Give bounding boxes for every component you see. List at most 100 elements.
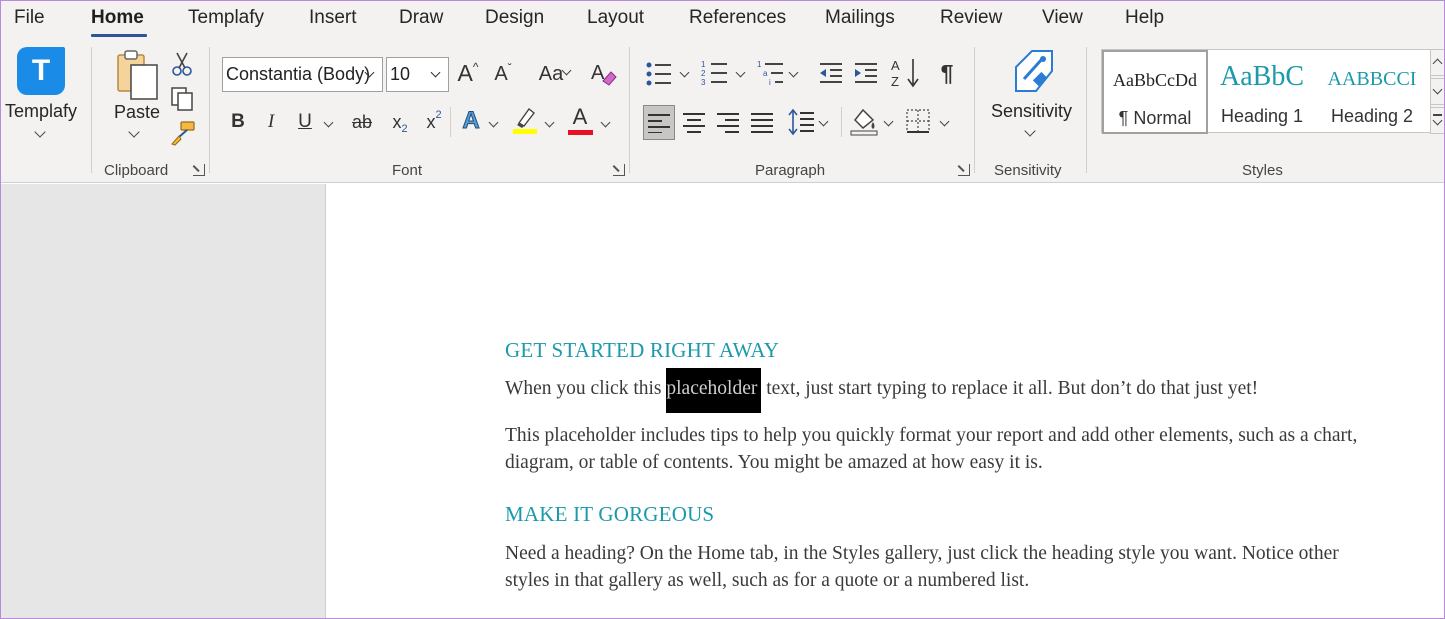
cut-icon[interactable] — [171, 51, 193, 77]
chevron-down-icon[interactable] — [788, 67, 799, 78]
heading-get-started[interactable]: GET STARTED RIGHT AWAY — [505, 338, 1385, 363]
decrease-indent-icon[interactable] — [818, 61, 844, 85]
highlight-icon[interactable] — [511, 105, 539, 135]
clipboard-launcher-icon[interactable] — [193, 164, 205, 176]
numbering-icon[interactable]: 1 2 3 — [701, 59, 729, 87]
copy-icon[interactable] — [170, 86, 196, 112]
sort-icon[interactable]: A Z — [891, 57, 921, 89]
chevron-down-icon[interactable] — [488, 117, 499, 128]
chevron-down-icon[interactable] — [544, 117, 555, 128]
format-painter-icon[interactable] — [169, 120, 197, 146]
page-left-gutter — [1, 184, 326, 618]
styles-scroll-up-button[interactable] — [1430, 49, 1444, 76]
paste-label: Paste — [114, 102, 161, 122]
superscript-mark: 2 — [435, 109, 442, 121]
multilevel-list-icon[interactable]: 1 a i — [757, 59, 787, 87]
justify-icon[interactable] — [750, 112, 774, 134]
chevron-down-icon[interactable] — [818, 116, 829, 127]
font-launcher-icon[interactable] — [613, 164, 625, 176]
style-heading-1-name: Heading 1 — [1220, 106, 1304, 126]
paragraph-1[interactable]: When you click this placeholder text, ju… — [505, 368, 1385, 413]
style-normal-name: ¶ Normal — [1118, 108, 1192, 128]
svg-text:Z: Z — [891, 74, 899, 89]
tab-layout[interactable]: Layout — [587, 7, 644, 29]
chevron-down-icon[interactable] — [600, 117, 611, 128]
chevron-down-icon — [128, 126, 140, 138]
paragraph-3[interactable]: Need a heading? On the Home tab, in the … — [505, 540, 1385, 594]
font-name-combobox[interactable]: Constantia (Body) — [222, 57, 383, 92]
grow-font-button[interactable]: A ^ — [454, 57, 482, 89]
tab-review[interactable]: Review — [940, 7, 1002, 29]
align-right-icon[interactable] — [716, 112, 740, 134]
chevron-down-icon — [1024, 125, 1036, 137]
style-heading-2[interactable]: AABBCCI Heading 2 — [1318, 50, 1426, 134]
styles-more-button[interactable] — [1430, 107, 1444, 134]
svg-text:a: a — [763, 69, 768, 78]
shrink-font-icon: A — [494, 62, 508, 85]
styles-gallery: AaBbCcDd ¶ Normal AaBbC Heading 1 AABBCC… — [1101, 49, 1431, 134]
clear-formatting-icon[interactable]: A — [589, 59, 617, 87]
align-left-button[interactable] — [643, 105, 675, 140]
grow-font-icon: A — [457, 59, 473, 86]
styles-group-label: Styles — [1242, 162, 1283, 179]
sensitivity-label: Sensitivity — [991, 101, 1073, 121]
subscript-button[interactable]: x2 — [388, 107, 412, 137]
paragraph-launcher-icon[interactable] — [958, 164, 970, 176]
font-size-value: 10 — [390, 64, 411, 84]
tab-draw[interactable]: Draw — [399, 7, 443, 29]
borders-icon[interactable] — [905, 108, 933, 136]
paste-icon — [117, 50, 158, 100]
sensitivity-label-icon — [1015, 50, 1053, 92]
tab-insert[interactable]: Insert — [309, 7, 357, 29]
chevron-down-icon — [1432, 84, 1443, 95]
shrink-font-button[interactable]: Aˇ — [490, 59, 516, 89]
strikethrough-button[interactable]: ab — [347, 107, 377, 137]
styles-scroll-down-button[interactable] — [1430, 78, 1444, 105]
style-normal[interactable]: AaBbCcDd ¶ Normal — [1102, 50, 1208, 134]
mini-separator — [841, 107, 842, 137]
change-case-button[interactable]: Aa — [529, 59, 573, 89]
p1-text-before: When you click this — [505, 378, 667, 399]
align-center-icon[interactable] — [682, 112, 706, 134]
tab-view[interactable]: View — [1042, 7, 1083, 29]
bold-button[interactable]: B — [227, 107, 249, 137]
tab-help[interactable]: Help — [1125, 7, 1164, 29]
svg-text:A: A — [891, 58, 900, 73]
selected-text[interactable]: placeholder — [666, 368, 762, 413]
heading-make-it-gorgeous[interactable]: MAKE IT GORGEOUS — [505, 502, 1385, 527]
tab-design[interactable]: Design — [485, 7, 544, 29]
chevron-down-icon[interactable] — [323, 117, 334, 128]
paragraph-2[interactable]: This placeholder includes tips to help y… — [505, 422, 1385, 476]
ribbon: T Templafy Paste Clipboard Constantia (B… — [1, 41, 1444, 183]
tab-mailings[interactable]: Mailings — [825, 7, 895, 29]
word-window: File Home Templafy Insert Draw Design La… — [0, 0, 1445, 619]
font-size-combobox[interactable]: 10 — [386, 57, 449, 92]
tab-file[interactable]: File — [14, 7, 45, 29]
style-heading-1[interactable]: AaBbC Heading 1 — [1212, 50, 1312, 134]
italic-button[interactable]: I — [260, 107, 282, 137]
active-tab-indicator — [91, 34, 147, 37]
group-separator — [629, 47, 630, 173]
svg-text:3: 3 — [701, 78, 706, 87]
chevron-down-icon[interactable] — [679, 67, 690, 78]
underline-button[interactable]: U — [294, 107, 316, 137]
show-formatting-button[interactable]: ¶ — [934, 57, 960, 89]
line-spacing-icon[interactable] — [788, 108, 816, 136]
tab-references[interactable]: References — [689, 7, 786, 29]
shading-icon[interactable] — [849, 106, 879, 136]
increase-indent-icon[interactable] — [853, 61, 879, 85]
font-color-button[interactable]: A — [567, 103, 593, 131]
p1-text-after: text, just start typing to replace it al… — [761, 378, 1259, 399]
chevron-down-icon[interactable] — [735, 67, 746, 78]
font-name-value: Constantia (Body) — [226, 64, 371, 84]
tab-templafy[interactable]: Templafy — [188, 7, 264, 29]
tab-home[interactable]: Home — [91, 7, 144, 29]
subscript-base: x — [392, 111, 402, 132]
document-page-body[interactable]: GET STARTED RIGHT AWAY When you click th… — [505, 334, 1385, 594]
text-effects-button[interactable]: A — [457, 105, 485, 137]
bullets-icon[interactable] — [645, 61, 673, 87]
chevron-down-icon[interactable] — [939, 116, 950, 127]
superscript-button[interactable]: x2 — [422, 107, 446, 137]
chevron-down-icon[interactable] — [883, 116, 894, 127]
chevron-down-icon — [34, 126, 46, 138]
